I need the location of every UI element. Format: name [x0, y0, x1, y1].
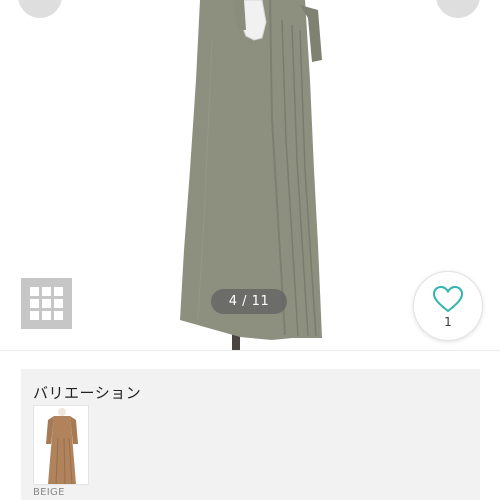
variation-thumbnail — [33, 405, 89, 485]
image-counter-text: 4 / 11 — [228, 294, 270, 309]
section-divider — [0, 350, 500, 351]
dress-thumbnail-image — [46, 408, 78, 484]
heart-icon — [433, 285, 463, 312]
variation-panel: バリエーション BEIGE — [21, 369, 480, 500]
variation-title: バリエーション — [33, 384, 142, 402]
grid-icon — [30, 287, 63, 320]
image-counter: 4 / 11 — [211, 289, 287, 314]
image-grid-button[interactable] — [21, 278, 72, 329]
variation-item-beige[interactable]: BEIGE — [33, 405, 89, 498]
variation-label: BEIGE — [33, 487, 65, 498]
favorite-count: 1 — [444, 314, 452, 329]
product-image-gallery[interactable]: 4 / 11 1 — [0, 0, 500, 350]
favorite-button[interactable]: 1 — [413, 271, 483, 341]
